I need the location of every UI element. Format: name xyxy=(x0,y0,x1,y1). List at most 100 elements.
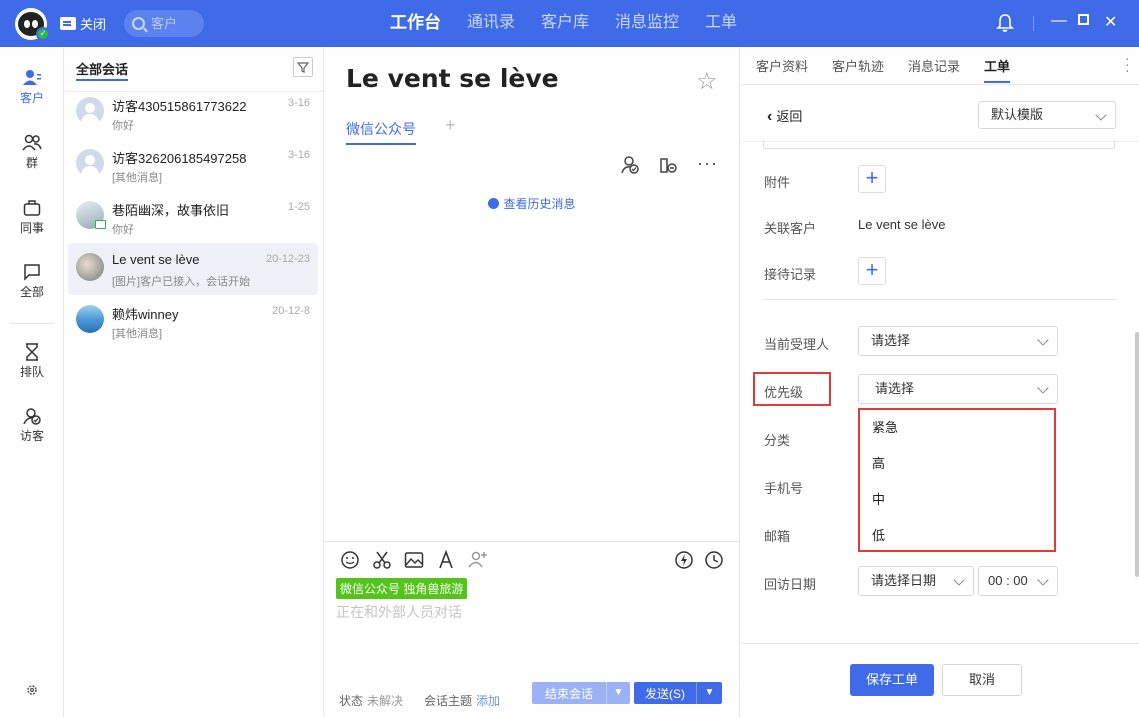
close-window-icon[interactable]: ✕ xyxy=(1104,12,1117,32)
filter-button[interactable] xyxy=(293,57,313,77)
add-channel-icon[interactable]: + xyxy=(445,115,456,136)
scissors-icon[interactable] xyxy=(372,550,392,570)
topic-info: 会话主题 添加 xyxy=(424,692,500,709)
search-input[interactable] xyxy=(151,16,195,31)
conversation-item[interactable]: 访客326206185497258 3-16 [其他消息] xyxy=(68,139,318,191)
linked-customer-value: Le vent se lève xyxy=(858,217,946,232)
chevron-down-icon[interactable]: ▼ xyxy=(606,682,630,704)
left-rail: 客户 群 同事 全部 排队 访客 xyxy=(0,47,64,717)
add-contact-icon[interactable] xyxy=(468,550,488,570)
conversation-time: 20-12-23 xyxy=(265,253,310,265)
reception-record-label: 接待记录 xyxy=(764,267,817,282)
search-icon xyxy=(132,17,145,30)
search-box[interactable] xyxy=(124,10,204,37)
rail-item-queue[interactable]: 排队 xyxy=(0,343,64,380)
save-ticket-button[interactable]: 保存工单 xyxy=(850,664,934,696)
image-icon[interactable] xyxy=(404,550,424,570)
visitor-icon xyxy=(23,408,41,425)
back-button[interactable]: ‹ 返回 xyxy=(767,106,802,126)
priority-option-medium[interactable]: 中 xyxy=(860,482,1054,518)
tab-customer-track[interactable]: 客户轨迹 xyxy=(832,56,884,75)
filter-icon xyxy=(296,62,310,73)
cancel-button[interactable]: 取消 xyxy=(942,664,1022,696)
conversation-name: Le vent se lève xyxy=(112,252,200,267)
chat-bubble-icon xyxy=(24,264,40,281)
nav-customer-base[interactable]: 客户库 xyxy=(531,0,599,47)
conversation-item[interactable]: 赖炜winney 20-12-8 [其他消息] xyxy=(68,295,318,347)
tab-wechat-official[interactable]: 微信公众号 xyxy=(346,119,416,145)
tab-message-records[interactable]: 消息记录 xyxy=(908,56,960,75)
rail-label: 客户 xyxy=(19,91,44,105)
star-icon[interactable]: ☆ xyxy=(696,67,718,96)
minimize-icon[interactable]: — xyxy=(1051,12,1067,30)
revisit-time-value: 00 : 00 xyxy=(988,573,1028,588)
conversation-item[interactable]: 访客430515861773622 3-16 你好 xyxy=(68,87,318,139)
revisit-date-select[interactable]: 请选择日期 xyxy=(858,566,974,596)
hourglass-icon xyxy=(26,343,38,361)
assignee-label: 当前受理人 xyxy=(764,337,830,352)
close-button[interactable]: 关闭 xyxy=(60,14,106,33)
maximize-icon[interactable] xyxy=(1078,14,1089,25)
rail-settings[interactable] xyxy=(0,683,64,697)
settings-icon xyxy=(27,685,37,695)
conversation-panel: 全部会话 访客430515861773622 3-16 你好 访客3262061… xyxy=(64,47,324,717)
conversation-item[interactable]: 巷陌幽深，故事依旧 1-25 你好 xyxy=(68,191,318,243)
assignee-select[interactable]: 请选择 xyxy=(858,326,1058,356)
online-status-icon: ✓ xyxy=(36,27,50,41)
priority-option-high[interactable]: 高 xyxy=(860,446,1054,482)
end-conversation-button[interactable]: 结束会话 ▼ xyxy=(532,682,630,704)
bell-icon[interactable] xyxy=(996,13,1014,33)
history-clock-icon[interactable] xyxy=(704,550,724,570)
priority-label: 优先级 xyxy=(764,385,804,400)
chat-panel: Le vent se lève ☆ 微信公众号 + ··· 查看历史消息 微信公… xyxy=(324,47,740,717)
assignee-value: 请选择 xyxy=(871,333,911,348)
priority-select[interactable]: 请选择 xyxy=(858,374,1058,404)
device-icon xyxy=(95,220,106,229)
rail-item-customer[interactable]: 客户 xyxy=(0,69,64,106)
template-select[interactable]: 默认模版 xyxy=(978,101,1116,129)
quick-reply-icon[interactable] xyxy=(674,550,694,570)
main-nav: 工作台 通讯录 客户库 消息监控 工单 xyxy=(380,0,753,47)
scrollbar[interactable] xyxy=(1135,332,1139,577)
more-icon[interactable]: ··· xyxy=(697,153,718,174)
tab-customer-profile[interactable]: 客户资料 xyxy=(756,56,808,75)
priority-value: 请选择 xyxy=(875,381,915,396)
nav-tickets[interactable]: 工单 xyxy=(695,0,747,47)
message-close-icon xyxy=(60,17,76,30)
nav-message-monitor[interactable]: 消息监控 xyxy=(605,0,689,47)
kebab-menu-icon[interactable]: · · · xyxy=(1125,51,1130,77)
nav-contacts[interactable]: 通讯录 xyxy=(457,0,525,47)
rail-item-visitor[interactable]: 访客 xyxy=(0,407,64,444)
rail-separator xyxy=(10,323,54,324)
transfer-icon[interactable] xyxy=(620,155,640,175)
add-attachment-button[interactable]: + xyxy=(858,165,886,193)
priority-dropdown: 紧急 高 中 低 xyxy=(858,408,1056,552)
rail-item-group[interactable]: 群 xyxy=(0,134,64,171)
block-user-icon[interactable] xyxy=(658,155,678,175)
conversation-name: 巷陌幽深，故事依旧 xyxy=(112,203,230,218)
briefcase-icon xyxy=(23,200,41,216)
chevron-down-icon[interactable]: ▼ xyxy=(696,682,722,704)
rail-item-colleague[interactable]: 同事 xyxy=(0,199,64,236)
view-history-link[interactable]: 查看历史消息 xyxy=(324,195,740,212)
rail-label: 同事 xyxy=(19,221,44,235)
rail-item-all[interactable]: 全部 xyxy=(0,263,64,300)
priority-option-low[interactable]: 低 xyxy=(860,518,1054,554)
emoji-icon[interactable] xyxy=(340,550,360,570)
tab-underline xyxy=(984,81,1010,83)
font-icon[interactable] xyxy=(436,550,456,570)
tab-ticket[interactable]: 工单 xyxy=(984,56,1010,75)
message-input[interactable]: 正在和外部人员对话 xyxy=(336,602,462,622)
right-tabs: 客户资料 客户轨迹 消息记录 工单 · · · xyxy=(741,47,1139,85)
add-reception-record-button[interactable]: + xyxy=(858,257,886,285)
priority-option-urgent[interactable]: 紧急 xyxy=(860,410,1054,446)
chevron-down-icon xyxy=(1037,574,1049,586)
all-conversations-tab[interactable]: 全部会话 xyxy=(76,62,128,77)
status-value[interactable]: 未解决 xyxy=(367,694,403,708)
conversation-item-selected[interactable]: Le vent se lève 20-12-23 [图片]客户已接入，会话开始 xyxy=(68,243,318,295)
nav-workbench[interactable]: 工作台 xyxy=(380,0,451,47)
topic-add-link[interactable]: 添加 xyxy=(476,694,500,708)
revisit-time-select[interactable]: 00 : 00 xyxy=(978,566,1058,596)
conversation-time: 3-16 xyxy=(287,97,310,109)
send-button[interactable]: 发送(S) ▼ xyxy=(634,682,722,704)
